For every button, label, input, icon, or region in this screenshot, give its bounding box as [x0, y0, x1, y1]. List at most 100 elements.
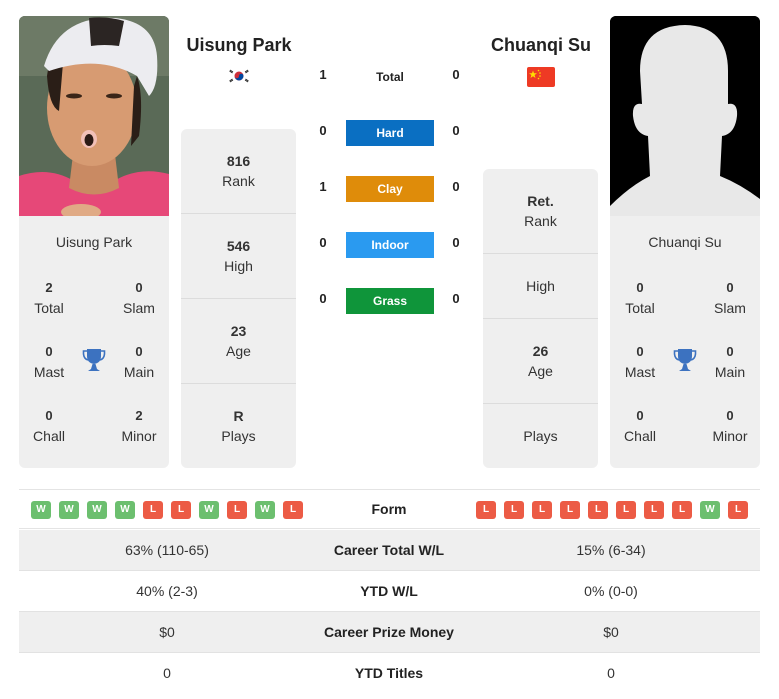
form-loss-badge[interactable]: L — [283, 501, 303, 519]
rank-label: Rank — [222, 173, 255, 189]
high-label: High — [224, 258, 253, 274]
h2h-hard-left: 0 — [319, 123, 327, 138]
form-row: WWWWLLWLWL Form LLLLLLLLWL — [19, 489, 760, 529]
titles-minor: 0 Minor — [700, 406, 760, 446]
form-loss-badge[interactable]: L — [504, 501, 524, 519]
south-korea-flag-icon — [225, 66, 253, 86]
titles-total-value: 0 — [636, 280, 644, 295]
h2h-clay-right: 0 — [452, 179, 460, 194]
surface-hard-button[interactable]: Hard — [346, 120, 434, 146]
h2h-grass-left: 0 — [319, 291, 327, 306]
stat-left-value: 40% (2-3) — [136, 583, 198, 599]
h2h-indoor-right: 0 — [452, 235, 460, 250]
rank-label: Rank — [524, 213, 557, 229]
table-row: 40% (2-3) YTD W/L 0% (0-0) — [19, 571, 760, 612]
stat-label: Career Prize Money — [324, 624, 454, 640]
player-name-right[interactable]: Chuanqi Su — [472, 35, 610, 56]
high-cell: High — [483, 254, 598, 319]
titles-main-label: Main — [714, 364, 746, 380]
rank-cell: 816 Rank — [181, 129, 296, 214]
titles-total-value: 2 — [45, 280, 53, 295]
titles-total-label: Total — [34, 300, 64, 316]
titles-minor-value: 2 — [135, 408, 143, 423]
titles-minor-label: Minor — [121, 428, 157, 444]
form-loss-badge[interactable]: L — [476, 501, 496, 519]
plays-cell: R Plays — [181, 384, 296, 468]
h2h-total-left: 1 — [319, 67, 327, 82]
age-cell: 26 Age — [483, 319, 598, 404]
form-win-badge[interactable]: W — [199, 501, 219, 519]
h2h-total-right: 0 — [452, 67, 460, 82]
titles-slam: 0 Slam — [700, 278, 760, 318]
form-loss-badge[interactable]: L — [171, 501, 191, 519]
stat-left-value: 0 — [163, 665, 171, 681]
form-win-badge[interactable]: W — [87, 501, 107, 519]
stat-label: YTD Titles — [354, 665, 424, 681]
titles-main: 0 Main — [700, 342, 760, 382]
trophy-icon — [82, 347, 106, 373]
rank-cell: Ret. Rank — [483, 169, 598, 254]
form-win-badge[interactable]: W — [59, 501, 79, 519]
stat-label: YTD W/L — [360, 583, 418, 599]
trophy-icon — [673, 347, 697, 373]
form-win-badge[interactable]: W — [31, 501, 51, 519]
age-cell: 23 Age — [181, 299, 296, 384]
form-loss-badge[interactable]: L — [532, 501, 552, 519]
titles-total: 2 Total — [19, 278, 79, 318]
titles-chall-value: 0 — [45, 408, 53, 423]
titles-mast-value: 0 — [636, 344, 644, 359]
form-win-badge[interactable]: W — [700, 501, 720, 519]
high-label: High — [526, 278, 555, 294]
plays-label: Plays — [221, 428, 256, 444]
titles-main-label: Main — [123, 364, 155, 380]
form-win-badge[interactable]: W — [115, 501, 135, 519]
plays-value: R — [233, 408, 244, 424]
titles-mast: 0 Mast — [19, 342, 79, 382]
h2h-grass-right: 0 — [452, 291, 460, 306]
form-loss-badge[interactable]: L — [728, 501, 748, 519]
rank-column-right: Ret. Rank High 26 Age Plays — [483, 169, 598, 468]
titles-chall-value: 0 — [636, 408, 644, 423]
form-loss-badge[interactable]: L — [588, 501, 608, 519]
titles-minor-value: 0 — [726, 408, 734, 423]
titles-main-value: 0 — [726, 344, 734, 359]
surface-grass-button[interactable]: Grass — [346, 288, 434, 314]
titles-slam-value: 0 — [135, 280, 143, 295]
titles-total-label: Total — [625, 300, 655, 316]
form-loss-badge[interactable]: L — [644, 501, 664, 519]
high-cell: 546 High — [181, 214, 296, 299]
form-loss-badge[interactable]: L — [227, 501, 247, 519]
rank-value: Ret. — [527, 193, 554, 209]
age-label: Age — [226, 343, 251, 359]
surface-clay-button[interactable]: Clay — [346, 176, 434, 202]
titles-chall-label: Chall — [33, 428, 65, 444]
stat-right-value: 0% (0-0) — [584, 583, 638, 599]
age-value: 26 — [532, 343, 549, 359]
card-player-name[interactable]: Uisung Park — [19, 234, 169, 250]
player-silhouette-icon — [610, 16, 760, 216]
player-photo-left-image — [19, 16, 169, 216]
age-value: 23 — [230, 323, 247, 339]
player-photo-left — [19, 16, 169, 216]
form-loss-badge[interactable]: L — [672, 501, 692, 519]
form-win-badge[interactable]: W — [255, 501, 275, 519]
plays-cell: Plays — [483, 404, 598, 468]
h2h-total-label: Total — [376, 70, 404, 84]
titles-slam-label: Slam — [714, 300, 746, 316]
form-loss-badge[interactable]: L — [560, 501, 580, 519]
titles-main: 0 Main — [109, 342, 169, 382]
stat-left-value: 63% (110-65) — [125, 542, 209, 558]
stat-right-value: 0 — [607, 665, 615, 681]
titles-chall: 0 Chall — [610, 406, 670, 446]
form-loss-badge[interactable]: L — [143, 501, 163, 519]
surface-indoor-button[interactable]: Indoor — [346, 232, 434, 258]
stat-right-value: $0 — [603, 624, 619, 640]
titles-mast-label: Mast — [33, 364, 65, 380]
age-label: Age — [528, 363, 553, 379]
card-player-name[interactable]: Chuanqi Su — [610, 234, 760, 250]
form-loss-badge[interactable]: L — [616, 501, 636, 519]
table-row: $0 Career Prize Money $0 — [19, 612, 760, 653]
player-name-left[interactable]: Uisung Park — [170, 35, 308, 56]
rank-value: 816 — [226, 153, 251, 169]
stat-label: Career Total W/L — [333, 542, 445, 558]
